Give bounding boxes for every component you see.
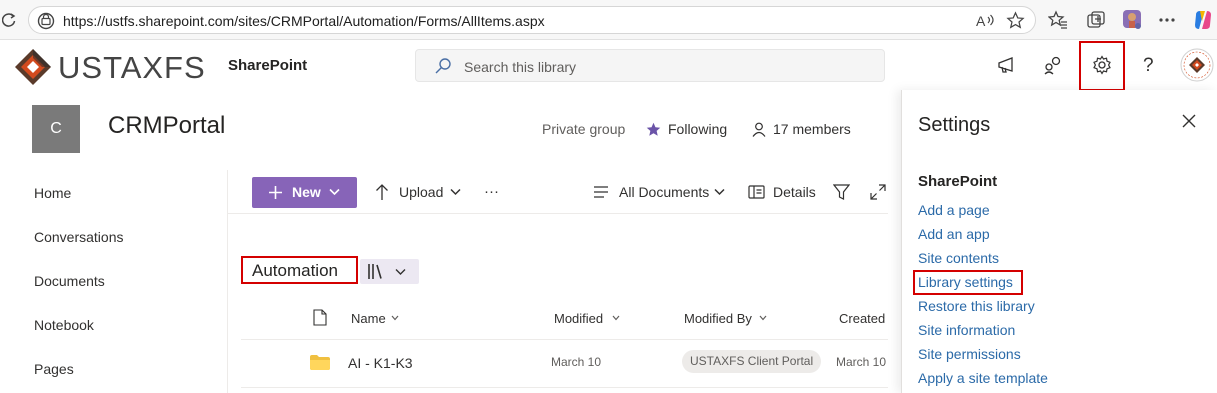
upload-icon[interactable] bbox=[375, 183, 389, 201]
library-view-switcher[interactable] bbox=[360, 259, 419, 284]
details-pane-icon[interactable] bbox=[748, 185, 765, 199]
details-button[interactable]: Details bbox=[773, 184, 816, 200]
help-icon[interactable]: ? bbox=[1143, 55, 1154, 77]
nav-divider bbox=[227, 170, 228, 393]
privacy-label: Private group bbox=[542, 121, 626, 137]
settings-highlight-box bbox=[1079, 41, 1125, 91]
command-bar-divider bbox=[228, 213, 888, 214]
expand-icon[interactable] bbox=[870, 184, 886, 200]
more-commands-icon[interactable]: ··· bbox=[484, 183, 499, 200]
close-icon[interactable] bbox=[1182, 114, 1196, 128]
chevron-down-icon bbox=[395, 268, 406, 276]
star-filled-icon[interactable] bbox=[646, 122, 661, 137]
site-contents-link[interactable]: Site contents bbox=[918, 250, 999, 266]
site-logo-letter: C bbox=[50, 120, 62, 137]
library-settings-highlight-box bbox=[913, 270, 1023, 295]
library-title-highlight-box bbox=[241, 256, 358, 284]
nav-item-notebook[interactable]: Notebook bbox=[34, 317, 94, 333]
site-permissions-link[interactable]: Site permissions bbox=[918, 346, 1021, 362]
view-chevron-icon[interactable] bbox=[714, 188, 725, 196]
filter-icon[interactable] bbox=[833, 184, 850, 200]
sort-chevron-icon[interactable] bbox=[612, 315, 620, 321]
members-button[interactable]: 17 members bbox=[773, 121, 851, 137]
view-selector[interactable]: All Documents bbox=[619, 184, 709, 200]
following-button[interactable]: Following bbox=[668, 121, 727, 137]
browser-toolbar: https://ustfs.sharepoint.com/sites/CRMPo… bbox=[0, 0, 1217, 40]
app-name[interactable]: SharePoint bbox=[228, 57, 307, 74]
site-logo[interactable]: C bbox=[32, 105, 80, 153]
ustaxfs-logo[interactable] bbox=[14, 48, 52, 86]
address-bar[interactable]: https://ustfs.sharepoint.com/sites/CRMPo… bbox=[28, 6, 1036, 34]
megaphone-icon[interactable] bbox=[997, 55, 1017, 75]
row-modified-by-persona[interactable]: USTAXFS Client Portal bbox=[682, 350, 822, 373]
column-header-name[interactable]: Name bbox=[351, 311, 386, 326]
favorites-icon[interactable] bbox=[1048, 10, 1068, 30]
nav-item-conversations[interactable]: Conversations bbox=[34, 229, 124, 245]
row-name[interactable]: AI - K1-K3 bbox=[348, 355, 413, 371]
nav-item-home[interactable]: Home bbox=[34, 185, 71, 201]
header-divider bbox=[241, 339, 888, 340]
svg-text:A: A bbox=[976, 13, 986, 29]
site-title[interactable]: CRMPortal bbox=[108, 112, 225, 140]
column-header-modified-by[interactable]: Modified By bbox=[684, 311, 752, 326]
add-app-link[interactable]: Add an app bbox=[918, 226, 990, 242]
upload-chevron-icon[interactable] bbox=[450, 188, 461, 196]
read-aloud-icon[interactable]: A bbox=[976, 12, 996, 30]
sort-chevron-icon[interactable] bbox=[759, 315, 767, 321]
view-list-icon[interactable] bbox=[593, 185, 609, 199]
column-header-created[interactable]: Created bbox=[839, 311, 885, 326]
upload-button[interactable]: Upload bbox=[399, 184, 443, 200]
sort-chevron-icon[interactable] bbox=[391, 315, 399, 321]
profile-icon[interactable] bbox=[1120, 7, 1144, 31]
user-avatar[interactable] bbox=[1180, 48, 1214, 82]
library-books-icon bbox=[367, 263, 385, 280]
url-text: https://ustfs.sharepoint.com/sites/CRMPo… bbox=[63, 13, 545, 29]
new-button[interactable]: New bbox=[252, 177, 357, 208]
folder-icon bbox=[310, 355, 330, 370]
row-created: March 10 bbox=[836, 355, 886, 369]
person-icon bbox=[752, 122, 766, 137]
copilot-icon[interactable] bbox=[1192, 9, 1214, 31]
new-button-label: New bbox=[292, 184, 321, 200]
add-page-link[interactable]: Add a page bbox=[918, 202, 990, 218]
column-header-modified[interactable]: Modified bbox=[554, 311, 603, 326]
apply-site-template-link[interactable]: Apply a site template bbox=[918, 370, 1048, 386]
settings-pane-title: Settings bbox=[918, 114, 991, 136]
more-options-icon[interactable] bbox=[1158, 12, 1176, 28]
search-icon bbox=[434, 57, 452, 75]
chevron-down-icon bbox=[329, 188, 340, 196]
plus-icon bbox=[268, 185, 283, 200]
row-modified: March 10 bbox=[551, 355, 602, 369]
site-info-icon[interactable] bbox=[37, 12, 55, 30]
search-placeholder: Search this library bbox=[464, 59, 577, 75]
nav-item-documents[interactable]: Documents bbox=[34, 273, 105, 289]
settings-section-heading: SharePoint bbox=[918, 173, 998, 190]
site-information-link[interactable]: Site information bbox=[918, 322, 1015, 338]
refresh-icon[interactable] bbox=[2, 12, 16, 28]
nav-item-pages[interactable]: Pages bbox=[34, 361, 74, 377]
file-type-icon bbox=[313, 309, 327, 326]
row-divider bbox=[241, 387, 888, 388]
restore-library-link[interactable]: Restore this library bbox=[918, 298, 1035, 314]
search-box[interactable]: Search this library bbox=[415, 49, 885, 82]
favorite-star-icon[interactable] bbox=[1006, 11, 1025, 30]
people-connections-icon[interactable] bbox=[1043, 55, 1063, 75]
collections-icon[interactable] bbox=[1086, 10, 1106, 30]
logo-text: USTAXFS bbox=[58, 50, 206, 85]
